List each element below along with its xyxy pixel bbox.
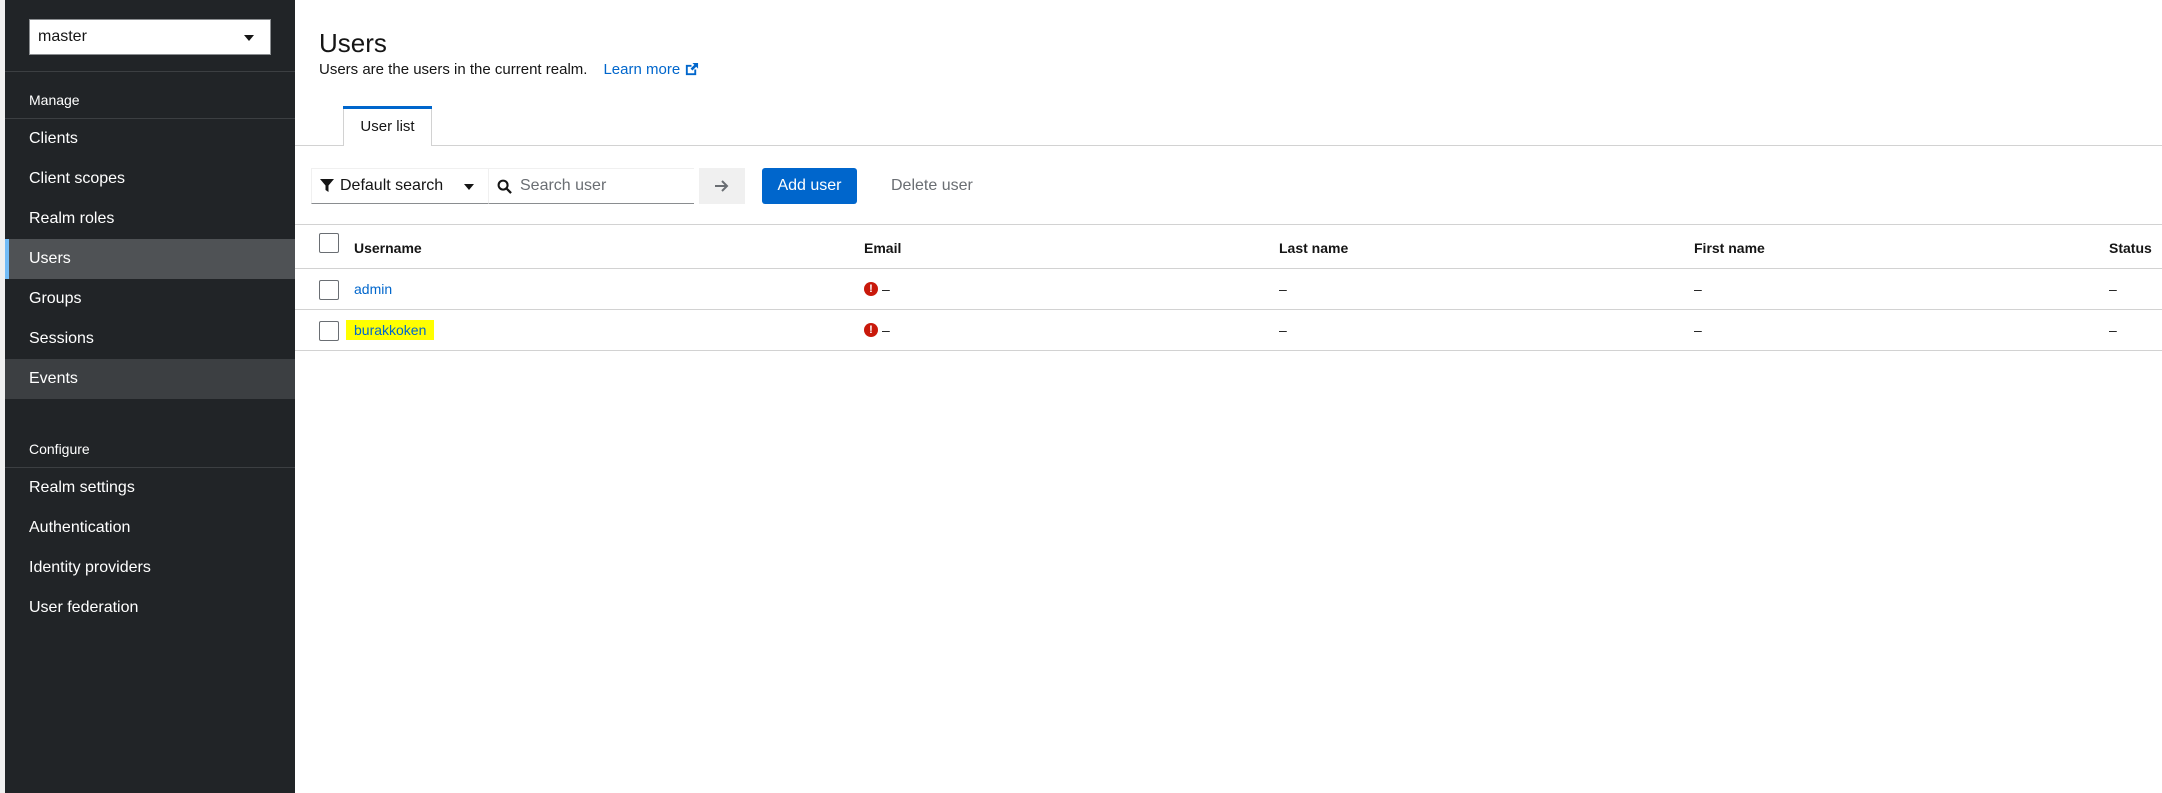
caret-down-icon — [464, 184, 474, 190]
main-content: Users Users are the users in the current… — [295, 0, 2162, 793]
last-name-cell: – — [1279, 281, 1287, 297]
column-header-status: Status — [2109, 240, 2152, 256]
caret-down-icon — [244, 35, 254, 41]
sidebar-item-events[interactable]: Events — [5, 359, 295, 399]
section-title-configure: Configure — [29, 441, 90, 457]
exclamation-circle-icon: ! — [864, 282, 878, 296]
column-header-username[interactable]: Username — [354, 240, 422, 256]
row-checkbox[interactable] — [319, 280, 339, 300]
search-type-dropdown[interactable]: Default search — [311, 168, 489, 204]
learn-more-link[interactable]: Learn more — [603, 61, 699, 78]
first-name-cell: – — [1694, 281, 1702, 297]
search-box — [489, 168, 694, 204]
email-cell: ! – — [864, 281, 890, 297]
row-checkbox[interactable] — [319, 321, 339, 341]
column-header-last-name: Last name — [1279, 240, 1349, 256]
page-description: Users are the users in the current realm… — [319, 61, 699, 78]
arrow-right-icon — [715, 180, 729, 192]
first-name-cell: – — [1694, 322, 1702, 338]
sidebar-item-realm-settings[interactable]: Realm settings — [5, 468, 295, 508]
search-icon — [497, 179, 512, 194]
sidebar: master Manage Clients Client scopes Real… — [0, 0, 295, 793]
status-cell: – — [2109, 322, 2117, 338]
last-name-cell: – — [1279, 322, 1287, 338]
page-title: Users — [319, 28, 387, 58]
sidebar-item-clients[interactable]: Clients — [5, 119, 295, 159]
status-cell: – — [2109, 281, 2117, 297]
column-header-first-name: First name — [1694, 240, 1765, 256]
sidebar-item-authentication[interactable]: Authentication — [5, 508, 295, 548]
column-header-email: Email — [864, 240, 902, 256]
email-value: – — [882, 281, 890, 297]
username-link[interactable]: burakkoken — [346, 320, 435, 340]
table-row-divider — [295, 268, 2162, 269]
search-type-label: Default search — [340, 177, 444, 194]
select-all-checkbox[interactable] — [319, 233, 339, 253]
learn-more-label: Learn more — [603, 61, 681, 78]
delete-user-button[interactable]: Delete user — [875, 168, 989, 204]
section-title-manage: Manage — [29, 92, 80, 108]
external-link-icon — [686, 62, 699, 76]
tab-user-list-label: User list — [360, 118, 415, 135]
exclamation-circle-icon: ! — [864, 323, 878, 337]
sidebar-divider — [5, 71, 295, 72]
realm-name: master — [38, 28, 87, 45]
username-link[interactable]: admin — [354, 281, 392, 297]
email-cell: ! – — [864, 322, 890, 338]
tab-user-list[interactable]: User list — [343, 106, 432, 146]
sidebar-item-client-scopes[interactable]: Client scopes — [5, 159, 295, 199]
realm-selector[interactable]: master — [29, 19, 271, 55]
table-row-divider — [295, 350, 2162, 351]
filter-icon — [320, 179, 334, 192]
sidebar-item-realm-roles[interactable]: Realm roles — [5, 199, 295, 239]
search-input[interactable] — [520, 177, 690, 195]
table-top-divider — [295, 224, 2162, 225]
sidebar-item-user-federation[interactable]: User federation — [5, 588, 295, 628]
sidebar-item-identity-providers[interactable]: Identity providers — [5, 548, 295, 588]
sidebar-item-users[interactable]: Users — [5, 239, 295, 279]
email-value: – — [882, 322, 890, 338]
tabs-divider — [295, 145, 2162, 146]
table-row-divider — [295, 309, 2162, 310]
sidebar-item-sessions[interactable]: Sessions — [5, 319, 295, 359]
page-description-text: Users are the users in the current realm… — [319, 61, 588, 78]
sidebar-item-groups[interactable]: Groups — [5, 279, 295, 319]
add-user-button[interactable]: Add user — [762, 168, 857, 204]
search-submit-button[interactable] — [699, 168, 745, 204]
